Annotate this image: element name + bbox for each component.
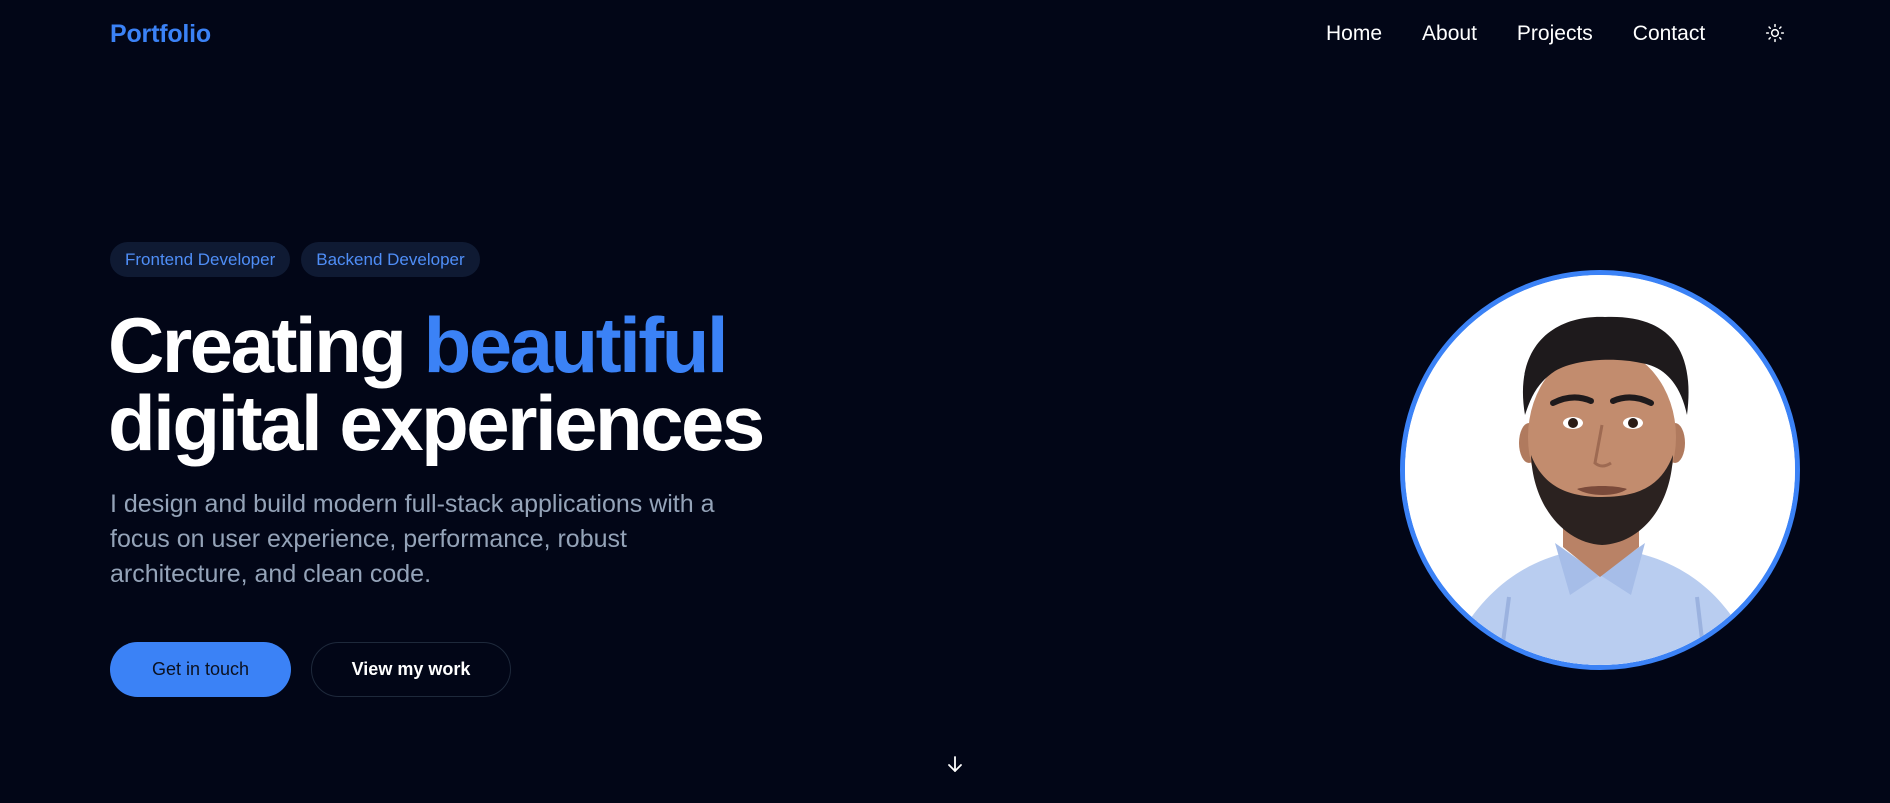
hero-headline: Creating beautiful digital experiences	[108, 306, 765, 462]
nav-link-contact[interactable]: Contact	[1633, 22, 1705, 46]
arrow-down-icon	[947, 755, 963, 778]
logo-link[interactable]: Portfolio	[110, 20, 211, 49]
sun-icon	[1765, 23, 1785, 46]
headline-accent: beautiful	[423, 301, 729, 389]
get-in-touch-button[interactable]: Get in touch	[110, 642, 291, 697]
site-header: Portfolio Home About Projects Contact	[0, 0, 1890, 70]
profile-photo	[1405, 275, 1795, 665]
nav-link-home[interactable]: Home	[1326, 22, 1382, 46]
nav-link-about[interactable]: About	[1422, 22, 1477, 46]
theme-toggle-button[interactable]	[1764, 23, 1786, 45]
badge-backend: Backend Developer	[301, 242, 480, 277]
nav-link-projects[interactable]: Projects	[1517, 22, 1593, 46]
headline-line2: digital experiences	[108, 379, 765, 467]
scroll-down-button[interactable]	[945, 755, 965, 777]
main-nav: Home About Projects Contact	[1326, 22, 1705, 46]
view-my-work-button[interactable]: View my work	[311, 642, 511, 697]
hero-subtitle: I design and build modern full-stack app…	[110, 490, 715, 588]
page: Portfolio Home About Projects Contact Fr…	[0, 0, 1890, 803]
role-badges: Frontend Developer Backend Developer	[110, 242, 480, 277]
profile-avatar	[1400, 270, 1800, 670]
badge-frontend: Frontend Developer	[110, 242, 291, 277]
headline-part1: Creating	[108, 301, 424, 389]
